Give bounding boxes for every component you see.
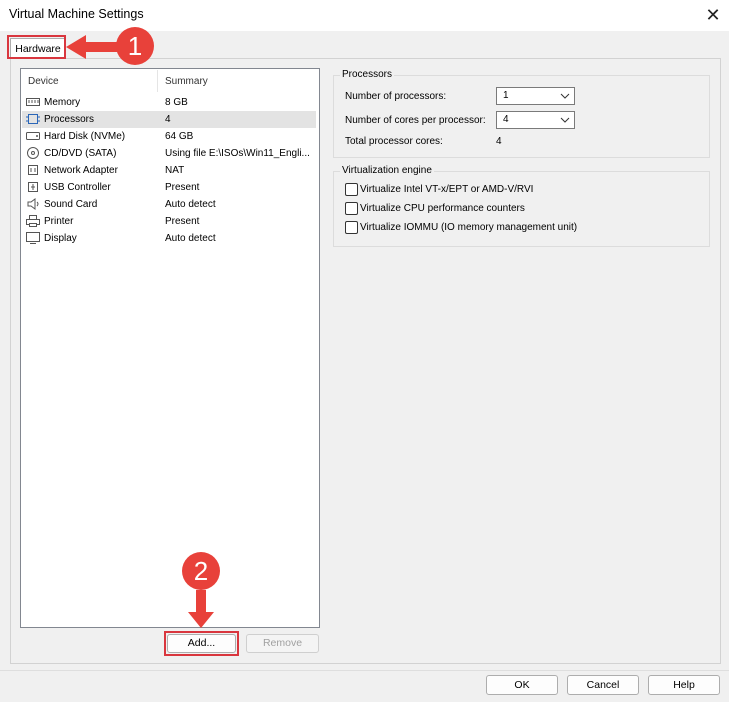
total-cores-label: Total processor cores: bbox=[345, 136, 443, 147]
cd-dvd-icon bbox=[27, 147, 39, 159]
device-name: Processors bbox=[44, 114, 95, 125]
device-name: Display bbox=[44, 233, 77, 244]
device-summary: 8 GB bbox=[165, 97, 188, 108]
cancel-button[interactable]: Cancel bbox=[567, 675, 639, 695]
printer-icon bbox=[26, 215, 40, 227]
cores-per-processor-label: Number of cores per processor: bbox=[345, 115, 486, 126]
virtualization-group-label: Virtualization engine bbox=[340, 165, 434, 176]
annotation-arrow-1 bbox=[66, 35, 122, 59]
num-processors-select[interactable]: 1 bbox=[496, 87, 575, 105]
device-summary: 64 GB bbox=[165, 131, 194, 142]
device-name: Hard Disk (NVMe) bbox=[44, 131, 126, 142]
cpu-counters-checkbox[interactable] bbox=[345, 202, 358, 215]
column-header-device[interactable]: Device bbox=[28, 76, 59, 87]
cpu-counters-label[interactable]: Virtualize CPU performance counters bbox=[360, 203, 525, 214]
column-divider bbox=[157, 70, 158, 92]
num-processors-value: 1 bbox=[503, 90, 509, 101]
iommu-label[interactable]: Virtualize IOMMU (IO memory management u… bbox=[360, 222, 577, 233]
device-summary: NAT bbox=[165, 165, 185, 176]
total-cores-value: 4 bbox=[496, 136, 502, 147]
cores-per-processor-select[interactable]: 4 bbox=[496, 111, 575, 129]
close-icon[interactable]: ✕ bbox=[703, 3, 723, 27]
memory-icon bbox=[26, 98, 40, 106]
device-name: Memory bbox=[44, 97, 81, 108]
column-header-summary[interactable]: Summary bbox=[165, 76, 208, 87]
hard-disk-icon bbox=[26, 132, 40, 140]
hardware-tab-highlight bbox=[7, 35, 66, 59]
device-summary: Present bbox=[165, 182, 200, 193]
device-name: Sound Card bbox=[44, 199, 98, 210]
usb-icon bbox=[28, 182, 38, 192]
add-button-highlight bbox=[164, 631, 239, 656]
num-processors-label: Number of processors: bbox=[345, 91, 447, 102]
device-name: Printer bbox=[44, 216, 74, 227]
speaker-icon bbox=[27, 198, 39, 210]
annotation-badge-1: 1 bbox=[116, 27, 154, 65]
device-summary: Present bbox=[165, 216, 200, 227]
ok-button[interactable]: OK bbox=[486, 675, 558, 695]
network-adapter-icon bbox=[28, 165, 38, 175]
display-icon bbox=[26, 232, 40, 244]
window-title: Virtual Machine Settings bbox=[9, 7, 144, 21]
device-name: Network Adapter bbox=[44, 165, 118, 176]
cores-per-processor-value: 4 bbox=[503, 114, 509, 125]
vt-x-checkbox[interactable] bbox=[345, 183, 358, 196]
chevron-down-icon bbox=[560, 93, 570, 99]
device-summary: Using file E:\ISOs\Win11_Engli... bbox=[165, 148, 310, 159]
help-button[interactable]: Help bbox=[648, 675, 720, 695]
device-summary: Auto detect bbox=[165, 233, 216, 244]
annotation-arrow-2 bbox=[188, 590, 214, 628]
device-name: CD/DVD (SATA) bbox=[44, 148, 117, 159]
processors-group-label: Processors bbox=[340, 69, 395, 80]
annotation-badge-2: 2 bbox=[182, 552, 220, 590]
chevron-down-icon bbox=[560, 117, 570, 123]
device-name: USB Controller bbox=[44, 182, 111, 193]
remove-button[interactable]: Remove bbox=[246, 634, 319, 653]
vt-x-label[interactable]: Virtualize Intel VT-x/EPT or AMD-V/RVI bbox=[360, 184, 533, 195]
processor-icon bbox=[26, 114, 40, 124]
device-summary: 4 bbox=[165, 114, 171, 125]
iommu-checkbox[interactable] bbox=[345, 221, 358, 234]
device-summary: Auto detect bbox=[165, 199, 216, 210]
